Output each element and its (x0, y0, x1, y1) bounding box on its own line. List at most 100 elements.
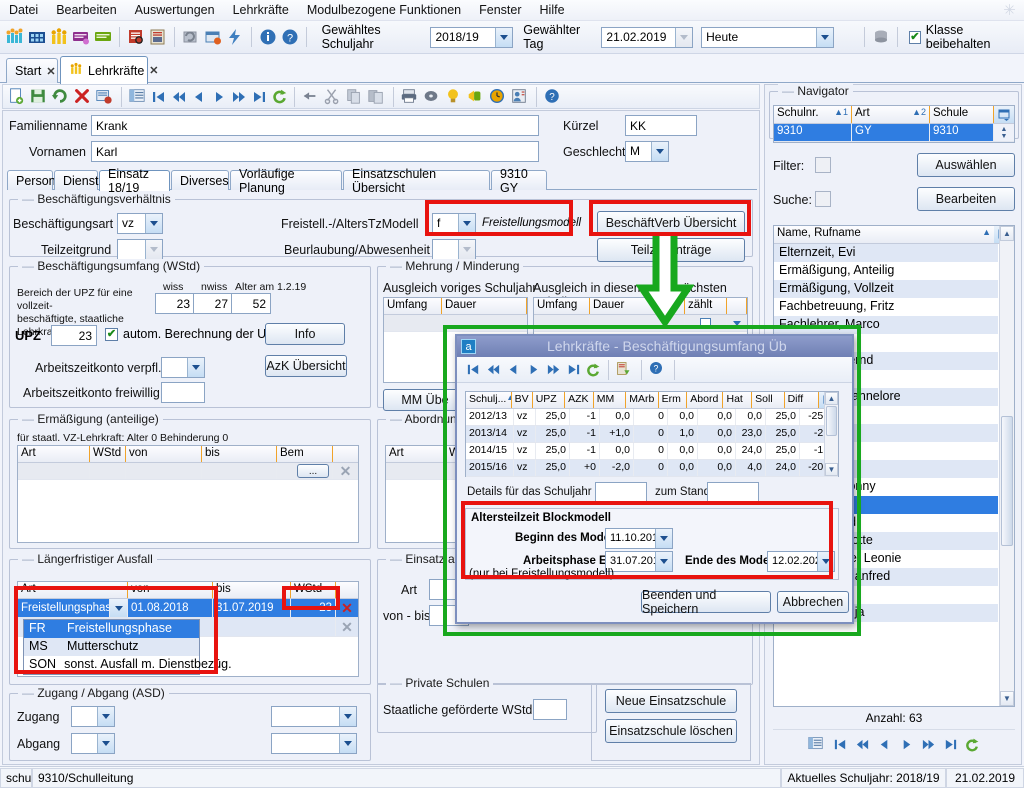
list-item[interactable]: Ermäßigung, Vollzeit (774, 280, 998, 298)
subtab-vorlaeufige-planung[interactable]: Vorläufige Planung (230, 167, 342, 195)
table-row[interactable]: 2014/15 vz 25,0 -1 0,0 0 0,0 0,0 24,0 25,0 -1,0 (466, 443, 838, 460)
close-icon[interactable]: ✕ (46, 65, 55, 78)
subtab-diverses[interactable]: Diverses (171, 170, 229, 190)
table-row[interactable]: Freistellungsphas 01.08.2018 31.07.2019 … (18, 599, 358, 618)
dialog-title-bar[interactable]: a Lehrkräfte - Beschäftigungsumfang Üb (457, 336, 852, 357)
row-dropdown-icon[interactable] (727, 315, 747, 331)
zugang-detail-select[interactable] (271, 706, 357, 727)
prev-page-icon[interactable] (170, 88, 188, 106)
list-view-icon[interactable] (807, 735, 827, 755)
stand-input[interactable] (707, 482, 759, 503)
ende-select[interactable]: 12.02.2021 (767, 551, 835, 572)
lightning-icon[interactable] (225, 27, 245, 47)
last-record-icon[interactable] (250, 88, 268, 106)
staatliche-wstd-input[interactable] (533, 699, 567, 720)
sort-asc-2-icon[interactable]: ▲2 (912, 107, 926, 122)
upz-input[interactable]: 23 (51, 325, 97, 346)
school-building-icon[interactable] (27, 27, 47, 47)
details-input[interactable] (595, 482, 647, 503)
scroll-up-icon[interactable]: ▲ (1000, 226, 1014, 241)
column-chooser-icon[interactable] (994, 106, 1014, 123)
teacher-list-scrollbar[interactable]: ▲ ▼ (999, 226, 1014, 706)
beginn-select[interactable]: 11.10.2014 (605, 528, 673, 549)
col-azk[interactable]: AZK (565, 392, 594, 408)
refresh-icon[interactable] (963, 736, 981, 754)
col-mm[interactable]: MM (594, 392, 627, 408)
menu-fenster[interactable]: Fenster (470, 1, 530, 19)
table-row[interactable]: 2015/16 vz 25,0 +0 -2,0 0 0,0 0,0 4,0 24,0 -20,0 (466, 460, 838, 477)
kuerzel-input[interactable]: KK (625, 115, 697, 136)
neue-einsatzschule-button[interactable]: Neue Einsatzschule (605, 689, 737, 713)
lightbulb-icon[interactable] (444, 87, 464, 107)
next-record-icon[interactable] (524, 361, 542, 379)
col-erm[interactable]: Erm (659, 392, 688, 408)
schuljahr-select[interactable]: 2018/19 (430, 26, 514, 48)
col-abord[interactable]: Abord (687, 392, 724, 408)
subtab-einsatzschulen-uebersicht[interactable]: Einsatzschulen Übersicht (343, 167, 490, 195)
azk-frei-input[interactable] (161, 382, 205, 403)
row-spinner-icon[interactable]: ▲ ▼ (994, 124, 1014, 141)
wiss-input[interactable]: 23 (155, 293, 195, 314)
print-report-icon[interactable] (148, 27, 168, 47)
info-icon[interactable] (258, 27, 278, 47)
tag-select[interactable]: 21.02.2019 (601, 26, 694, 48)
help-icon[interactable]: ? (648, 360, 668, 380)
geschlecht-select[interactable]: M (625, 141, 669, 162)
col-bv[interactable]: BV (512, 392, 533, 408)
first-record-icon[interactable] (831, 736, 849, 754)
print-icon[interactable] (400, 87, 420, 107)
menu-modulbezogene-funktionen[interactable]: Modulbezogene Funktionen (298, 1, 470, 19)
azk-uebersicht-button[interactable]: AzK Übersicht (265, 355, 347, 377)
table-row[interactable] (384, 315, 527, 332)
help-icon[interactable]: ? (543, 87, 563, 107)
alter-input[interactable]: 52 (231, 293, 271, 314)
col-hat[interactable]: Hat (723, 392, 753, 408)
dropdown-option-ms[interactable]: MS Mutterschutz (24, 638, 199, 656)
prev-record-icon[interactable] (504, 361, 522, 379)
tab-start[interactable]: Start ✕ (6, 58, 58, 83)
delete-row-icon[interactable]: ✕ (336, 599, 358, 617)
menu-auswertungen[interactable]: Auswertungen (126, 1, 224, 19)
close-icon[interactable]: ✕ (149, 64, 158, 77)
copy-icon[interactable] (345, 87, 365, 107)
list-item[interactable]: Ermäßigung, Anteilig (774, 262, 998, 280)
next-page-icon[interactable] (544, 361, 562, 379)
dropdown-option-fr[interactable]: FR Freistellungsphase (24, 620, 199, 638)
subtab-einsatz[interactable]: Einsatz 18/19 (99, 167, 170, 195)
table-row[interactable]: 9310 GY 9310 ▲ ▼ (774, 124, 1014, 142)
familienname-input[interactable]: Krank (91, 115, 539, 136)
help-icon[interactable]: ? (280, 27, 300, 47)
table-row[interactable]: ... ✕ (18, 463, 358, 480)
nwiss-input[interactable]: 27 (193, 293, 233, 314)
contact-card-icon[interactable] (510, 87, 530, 107)
list-item[interactable]: Fachlehrer, Marco (774, 316, 998, 334)
table-row[interactable] (534, 315, 747, 332)
table-row[interactable]: 2012/13 vz 25,0 -1 0,0 0 0,0 0,0 0,0 25,0 -25,0 (466, 409, 838, 426)
autom-upz-checkbox[interactable]: ✔ autom. Berechnung der UPZ (105, 327, 282, 341)
prev-page-icon[interactable] (484, 361, 502, 379)
zugang-select[interactable] (71, 706, 115, 727)
col-upz[interactable]: UPZ (533, 392, 566, 408)
sort-asc-icon[interactable]: ▲ (982, 227, 991, 242)
delete-row-icon[interactable]: ✕ (336, 618, 358, 636)
art-dropdown-icon[interactable] (110, 599, 128, 617)
table-row[interactable]: 2013/14 vz 25,0 -1 +1,0 0 1,0 0,0 23,0 25,0 -2,0 (466, 426, 838, 443)
ausfall-art-dropdown[interactable]: FR Freistellungsphase MS Mutterschutz SO… (23, 619, 232, 675)
clock-icon[interactable] (488, 87, 508, 107)
table-body[interactable]: 2012/13 vz 25,0 -1 0,0 0 0,0 0,0 0,0 25,0 -25,0 201… (466, 409, 838, 477)
modal-table-scrollbar[interactable]: ▲ ▼ (824, 392, 838, 476)
cd-icon[interactable] (422, 87, 442, 107)
klasse-beibehalten-checkbox[interactable]: ✔ Klasse beibehalten (908, 23, 1020, 51)
beschaeftigungsumfang-table[interactable]: Schulj...▲BVUPZAZKMMMArbErmAbordHatSollD… (465, 391, 839, 477)
cancel-record-icon[interactable] (95, 87, 115, 107)
beschaeftigungsart-select[interactable]: vz (117, 213, 163, 234)
export-icon[interactable] (615, 360, 635, 380)
bearbeiten-button[interactable]: Bearbeiten (917, 187, 1015, 211)
teilzeitantraege-button[interactable]: Teilzeitanträge (597, 238, 745, 262)
first-record-icon[interactable] (464, 361, 482, 379)
next-record-icon[interactable] (897, 736, 915, 754)
subtab-person[interactable]: Person (7, 170, 56, 190)
paste-icon[interactable] (367, 87, 387, 107)
last-record-icon[interactable] (564, 361, 582, 379)
info-button[interactable]: Info (265, 323, 345, 345)
